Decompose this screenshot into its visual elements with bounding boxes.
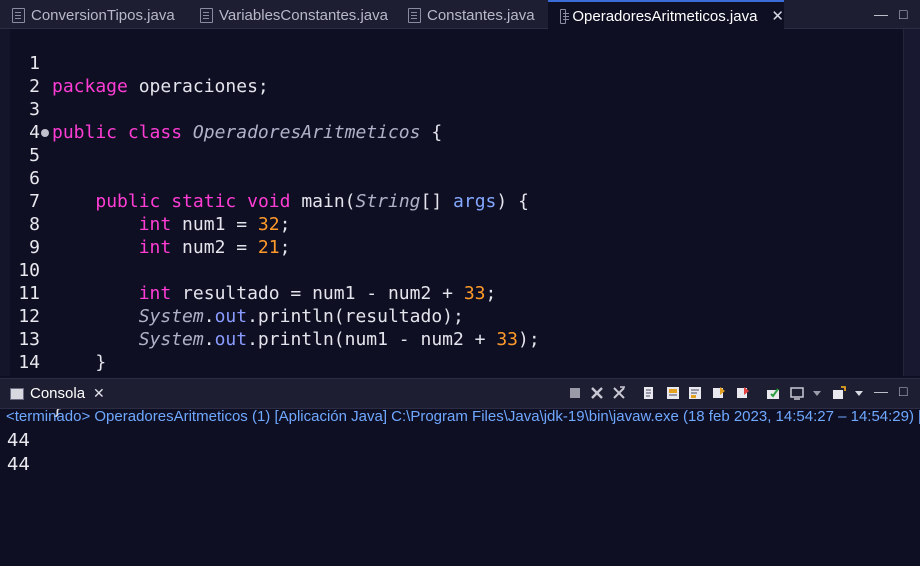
tab-label: Constantes.java [427, 6, 535, 24]
editor-overview-ruler [903, 29, 920, 376]
tab-constantes[interactable]: Constantes.java [396, 2, 548, 28]
code-line-10: 10 int resultado = num1 - num2 + 33; [0, 236, 496, 304]
remove-launch-icon[interactable] [590, 386, 604, 400]
code-text: { [420, 122, 443, 143]
method-name: main( [301, 191, 356, 212]
number-literal: 33 [463, 283, 486, 304]
pin-console-icon[interactable] [766, 386, 780, 400]
code-text: .println(num1 - num2 + [247, 329, 497, 350]
parameter-name: args [453, 191, 497, 212]
tab-operadoresaritmeticos[interactable]: OperadoresAritmeticos.java ✕ [548, 0, 784, 30]
fold-marker-icon[interactable] [41, 129, 49, 137]
code-text: ; [485, 283, 497, 304]
code-text: ); [518, 329, 540, 350]
chevron-down-icon[interactable] [852, 386, 866, 400]
close-icon[interactable]: ✕ [771, 7, 784, 25]
keyword: int [138, 214, 172, 235]
console-status-line: <terminado> OperadoresAritmeticos (1) [A… [6, 408, 920, 425]
console-tab-label: Consola [30, 385, 86, 402]
code-text: resultado = num1 - num2 + [171, 283, 464, 304]
show-on-output-icon[interactable] [712, 386, 726, 400]
display-selected-console-icon[interactable] [790, 386, 804, 400]
console-output-line: 44 [7, 430, 30, 451]
console-icon [10, 387, 24, 400]
keyword: void [247, 191, 291, 212]
console-output[interactable]: 44 44 [0, 428, 920, 566]
chevron-down-icon[interactable] [810, 386, 824, 400]
code-line-14: 14 [0, 328, 43, 373]
close-icon[interactable]: ✕ [93, 385, 105, 402]
clear-console-icon[interactable] [642, 386, 656, 400]
code-text: num2 = [171, 237, 258, 258]
number-literal: 21 [257, 237, 280, 258]
code-text: .println(resultado); [247, 306, 464, 327]
tab-variablesconstantes[interactable]: VariablesConstantes.java [188, 2, 396, 28]
maximize-icon[interactable]: □ [899, 6, 907, 22]
code-text: num1 = [171, 214, 258, 235]
maximize-icon[interactable]: □ [899, 383, 907, 399]
code-line-8: 8 int num2 = 21; [0, 190, 290, 258]
tab-conversiontipos[interactable]: ConversionTipos.java [0, 2, 188, 28]
editor-tab-bar: ConversionTipos.java VariablesConstantes… [0, 0, 920, 30]
scroll-lock-icon[interactable] [666, 386, 680, 400]
keyword: static [171, 191, 237, 212]
field-name: out [214, 329, 248, 350]
minimize-icon[interactable]: — [874, 383, 888, 399]
number-literal: 33 [496, 329, 519, 350]
code-text: } [95, 352, 107, 373]
code-line-4: 4 [0, 98, 43, 143]
java-file-icon [12, 7, 25, 23]
java-file-icon [560, 8, 570, 24]
code-line-11: 11 System.out.println(resultado); [0, 259, 464, 327]
java-file-icon [408, 7, 421, 23]
field-name: out [214, 306, 248, 327]
number-literal: 32 [257, 214, 280, 235]
remove-all-terminated-icon[interactable] [612, 386, 626, 400]
keyword: int [138, 237, 172, 258]
code-text: . [203, 306, 215, 327]
code-line-6: 6 [0, 144, 43, 189]
minimize-icon[interactable]: — [874, 6, 888, 22]
open-console-icon[interactable] [832, 386, 846, 400]
class-name: System [138, 306, 204, 327]
code-text: . [203, 329, 215, 350]
tab-label: ConversionTipos.java [31, 6, 175, 24]
code-line-3: 3 public class OperadoresAritmeticos { [0, 75, 442, 143]
keyword: public [52, 122, 118, 143]
console-header: Consola ✕ — □ [0, 378, 920, 409]
class-name: OperadoresAritmeticos [192, 122, 421, 143]
tab-console[interactable]: Consola ✕ [0, 379, 113, 408]
keyword: package [52, 76, 128, 97]
code-text: operaciones; [127, 76, 269, 97]
code-line-13: 13 } [0, 305, 106, 373]
code-line-7: 7 int num1 = 32; [0, 167, 290, 235]
code-line-5: 5 public static void main(String[] args)… [0, 121, 529, 212]
terminate-icon[interactable] [568, 386, 582, 400]
code-line-15: 15 } [0, 351, 63, 419]
keyword: class [127, 122, 183, 143]
code-line-2: 2 [0, 52, 43, 97]
code-text: ; [279, 214, 291, 235]
code-line-12: 12 System.out.println(num1 - num2 + 33); [0, 282, 539, 350]
word-wrap-icon[interactable] [688, 386, 702, 400]
tab-label: OperadoresAritmeticos.java [572, 7, 758, 25]
code-editor[interactable]: 1 package operaciones; 2 3 public class … [0, 29, 920, 419]
code-line-1: 1 package operaciones; [0, 29, 269, 97]
code-text: ) { [496, 191, 529, 212]
java-file-icon [200, 7, 213, 23]
code-line-9: 9 [0, 213, 43, 258]
console-output-line: 44 [7, 454, 30, 475]
keyword: int [138, 283, 172, 304]
code-text: [] [420, 191, 454, 212]
show-on-error-icon[interactable] [736, 386, 750, 400]
tab-label: VariablesConstantes.java [219, 6, 388, 24]
keyword: public [95, 191, 161, 212]
class-name: System [138, 329, 204, 350]
type-name: String [355, 191, 421, 212]
code-text: ; [279, 237, 291, 258]
